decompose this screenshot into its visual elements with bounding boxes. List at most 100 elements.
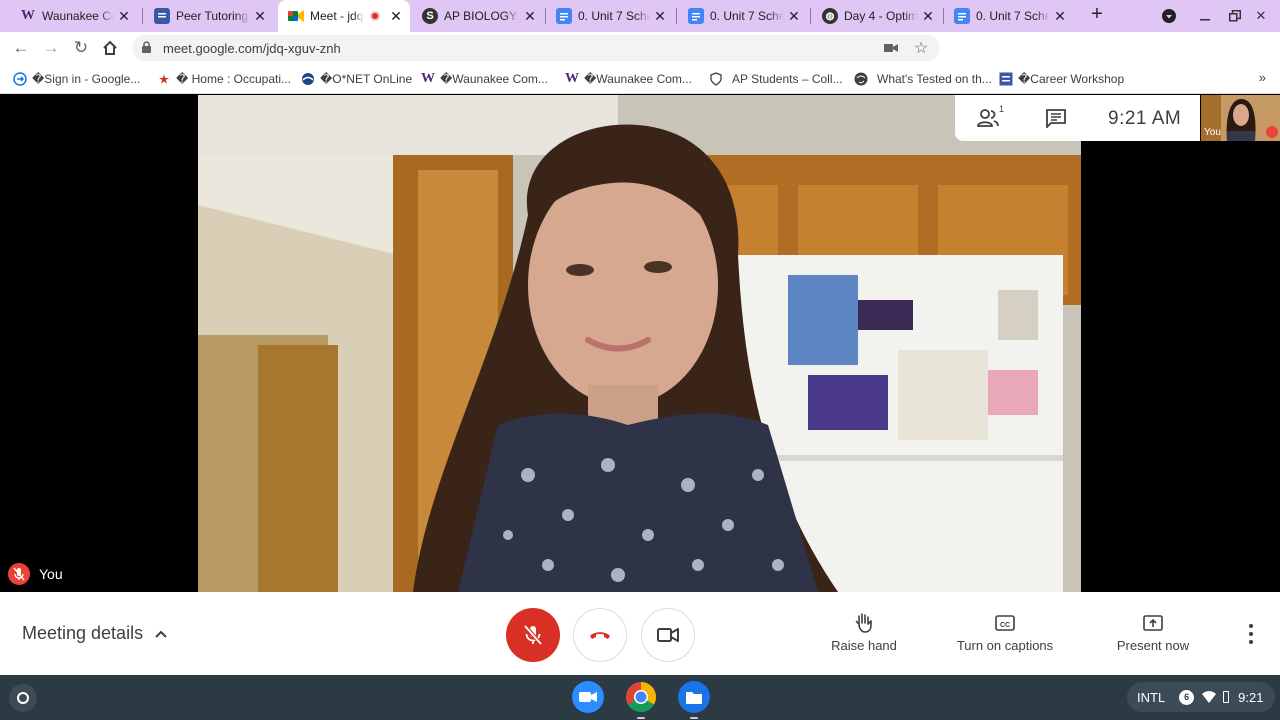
present-screen-icon bbox=[1143, 615, 1163, 631]
recording-indicator-icon bbox=[370, 11, 380, 21]
closed-captions-icon: CC bbox=[995, 615, 1015, 631]
back-icon[interactable]: ← bbox=[10, 37, 32, 59]
meeting-info-panel: 1 9:21 AM bbox=[955, 95, 1200, 141]
participant-video bbox=[198, 95, 1081, 592]
bookmarks-bar: �Sign in - Google... ★ � Home : Occupati… bbox=[0, 64, 1280, 94]
minimize-icon[interactable] bbox=[1195, 6, 1215, 26]
bookmark-sign-in[interactable]: �Sign in - Google... bbox=[12, 71, 140, 87]
mic-off-icon bbox=[523, 624, 543, 646]
bookmark-label: What's Tested on th... bbox=[877, 72, 992, 86]
globe-icon: ◍ bbox=[822, 8, 838, 24]
toggle-camera-button[interactable] bbox=[641, 608, 695, 662]
address-bar[interactable]: meet.google.com/jdq-xguv-znh ☆ bbox=[132, 35, 940, 61]
tab-ap-biology[interactable]: S AP BIOLOGY: S ✕ bbox=[412, 2, 544, 30]
unmute-microphone-button[interactable] bbox=[506, 608, 560, 662]
close-icon[interactable]: ✕ bbox=[920, 8, 936, 24]
close-window-icon[interactable]: ✕ bbox=[1251, 6, 1271, 26]
meeting-clock: 9:21 AM bbox=[1108, 108, 1182, 129]
google-docs-icon bbox=[688, 8, 704, 24]
bookmark-ap-students[interactable]: AP Students – Coll... bbox=[708, 71, 843, 87]
globe-icon bbox=[853, 71, 869, 87]
bookmark-star-icon[interactable]: ☆ bbox=[914, 38, 928, 58]
close-icon[interactable]: ✕ bbox=[252, 8, 268, 24]
chat-icon[interactable] bbox=[1045, 108, 1067, 128]
captions-label: Turn on captions bbox=[956, 638, 1054, 653]
tab-title: 0. Unit 7 Sche bbox=[976, 9, 1050, 23]
close-icon[interactable]: ✕ bbox=[388, 8, 404, 24]
tab-peer-tutoring[interactable]: Peer Tutoring ✕ bbox=[144, 2, 274, 30]
bookmark-career-workshop[interactable]: �Career Workshop bbox=[998, 71, 1124, 87]
muted-mic-icon bbox=[1266, 126, 1278, 138]
waunakee-w-icon: W bbox=[565, 71, 579, 86]
tab-divider bbox=[676, 8, 677, 24]
forward-icon[interactable]: → bbox=[40, 37, 62, 59]
bookmark-onet[interactable]: �O*NET OnLine bbox=[300, 71, 412, 87]
tab-unit7-c[interactable]: 0. Unit 7 Sche ✕ bbox=[944, 2, 1074, 30]
tab-search-icon[interactable] bbox=[1159, 6, 1179, 26]
restore-icon[interactable] bbox=[1225, 6, 1245, 26]
shield-icon bbox=[708, 71, 724, 87]
meeting-details-button[interactable]: Meeting details bbox=[22, 623, 167, 644]
running-indicator bbox=[637, 717, 645, 719]
present-now-button[interactable]: Present now bbox=[1110, 612, 1196, 653]
bookmark-waunakee-2[interactable]: W �Waunakee Com... bbox=[564, 71, 692, 87]
tab-unit7-a[interactable]: 0. Unit 7 Sche ✕ bbox=[546, 2, 674, 30]
bookmark-label: �Career Workshop bbox=[1018, 72, 1125, 86]
reload-icon[interactable]: ↻ bbox=[70, 37, 92, 59]
tab-day4[interactable]: ◍ Day 4 - Optimi ✕ bbox=[812, 2, 942, 30]
close-icon[interactable]: ✕ bbox=[1052, 8, 1068, 24]
launcher-button[interactable] bbox=[9, 684, 37, 712]
tab-waunakee[interactable]: W Waunakee Cor ✕ bbox=[10, 2, 138, 30]
files-app-icon[interactable] bbox=[678, 681, 710, 719]
running-indicator bbox=[690, 717, 698, 719]
google-docs-icon bbox=[954, 8, 970, 24]
raise-hand-button[interactable]: Raise hand bbox=[826, 612, 902, 653]
close-icon[interactable]: ✕ bbox=[116, 8, 132, 24]
form-icon bbox=[998, 71, 1014, 87]
chrome-app-icon[interactable] bbox=[625, 681, 657, 719]
tab-title: Peer Tutoring bbox=[176, 9, 249, 23]
meeting-details-label: Meeting details bbox=[22, 623, 144, 643]
meeting-controls-bar: Meeting details Raise hand CC Turn on ca… bbox=[0, 592, 1280, 675]
google-meet-icon bbox=[288, 8, 304, 24]
tab-title: Meet - jdq- bbox=[310, 9, 364, 23]
waunakee-w-icon: W bbox=[421, 71, 435, 86]
close-icon[interactable]: ✕ bbox=[652, 8, 668, 24]
participant-name: You bbox=[39, 566, 63, 582]
bookmark-home-occupations[interactable]: ★ � Home : Occupati... bbox=[156, 71, 291, 87]
url-text: meet.google.com/jdq-xguv-znh bbox=[163, 41, 341, 56]
bookmark-label: �Waunakee Com... bbox=[440, 72, 548, 86]
more-bookmarks-icon[interactable]: » bbox=[1259, 70, 1266, 85]
bookmark-waunakee-1[interactable]: W �Waunakee Com... bbox=[420, 71, 548, 87]
camera-in-use-icon[interactable] bbox=[884, 42, 898, 54]
tab-title: Day 4 - Optimi bbox=[844, 9, 918, 23]
s-circle-icon: S bbox=[422, 8, 438, 24]
tab-meet[interactable]: Meet - jdq- ✕ bbox=[278, 0, 410, 32]
tab-unit7-b[interactable]: 0. Unit 7 Sche ✕ bbox=[678, 2, 808, 30]
people-icon[interactable] bbox=[977, 108, 999, 128]
bookmark-label: �O*NET OnLine bbox=[320, 72, 413, 86]
system-tray[interactable]: INTL 6 9:21 bbox=[1127, 682, 1275, 712]
launcher-circle-icon bbox=[17, 692, 29, 704]
home-icon[interactable] bbox=[99, 37, 121, 59]
bookmark-label: �Sign in - Google... bbox=[32, 72, 141, 86]
browser-toolbar: ← → ↻ meet.google.com/jdq-xguv-znh ☆ ✚ ▾… bbox=[0, 32, 1280, 89]
new-tab-icon[interactable]: + bbox=[1086, 4, 1108, 26]
leave-call-button[interactable] bbox=[573, 608, 627, 662]
tab-divider bbox=[810, 8, 811, 24]
more-options-icon[interactable] bbox=[1243, 622, 1259, 646]
tab-title: Waunakee Cor bbox=[42, 9, 114, 23]
close-icon[interactable]: ✕ bbox=[786, 8, 802, 24]
hand-icon bbox=[855, 613, 872, 633]
tab-divider bbox=[142, 8, 143, 24]
bookmark-whats-tested[interactable]: What's Tested on th... bbox=[853, 71, 992, 87]
meeting-stage: 1 9:21 AM You You bbox=[0, 95, 1280, 592]
close-icon[interactable]: ✕ bbox=[522, 8, 538, 24]
waunakee-w-icon: W bbox=[21, 8, 35, 23]
tab-title: 0. Unit 7 Sche bbox=[578, 9, 650, 23]
self-view-tile[interactable]: You bbox=[1201, 95, 1280, 141]
arrow-circle-icon bbox=[12, 71, 28, 87]
participant-name-chip: You bbox=[8, 563, 63, 585]
zoom-app-icon[interactable] bbox=[572, 681, 604, 713]
captions-button[interactable]: CC Turn on captions bbox=[950, 612, 1060, 653]
